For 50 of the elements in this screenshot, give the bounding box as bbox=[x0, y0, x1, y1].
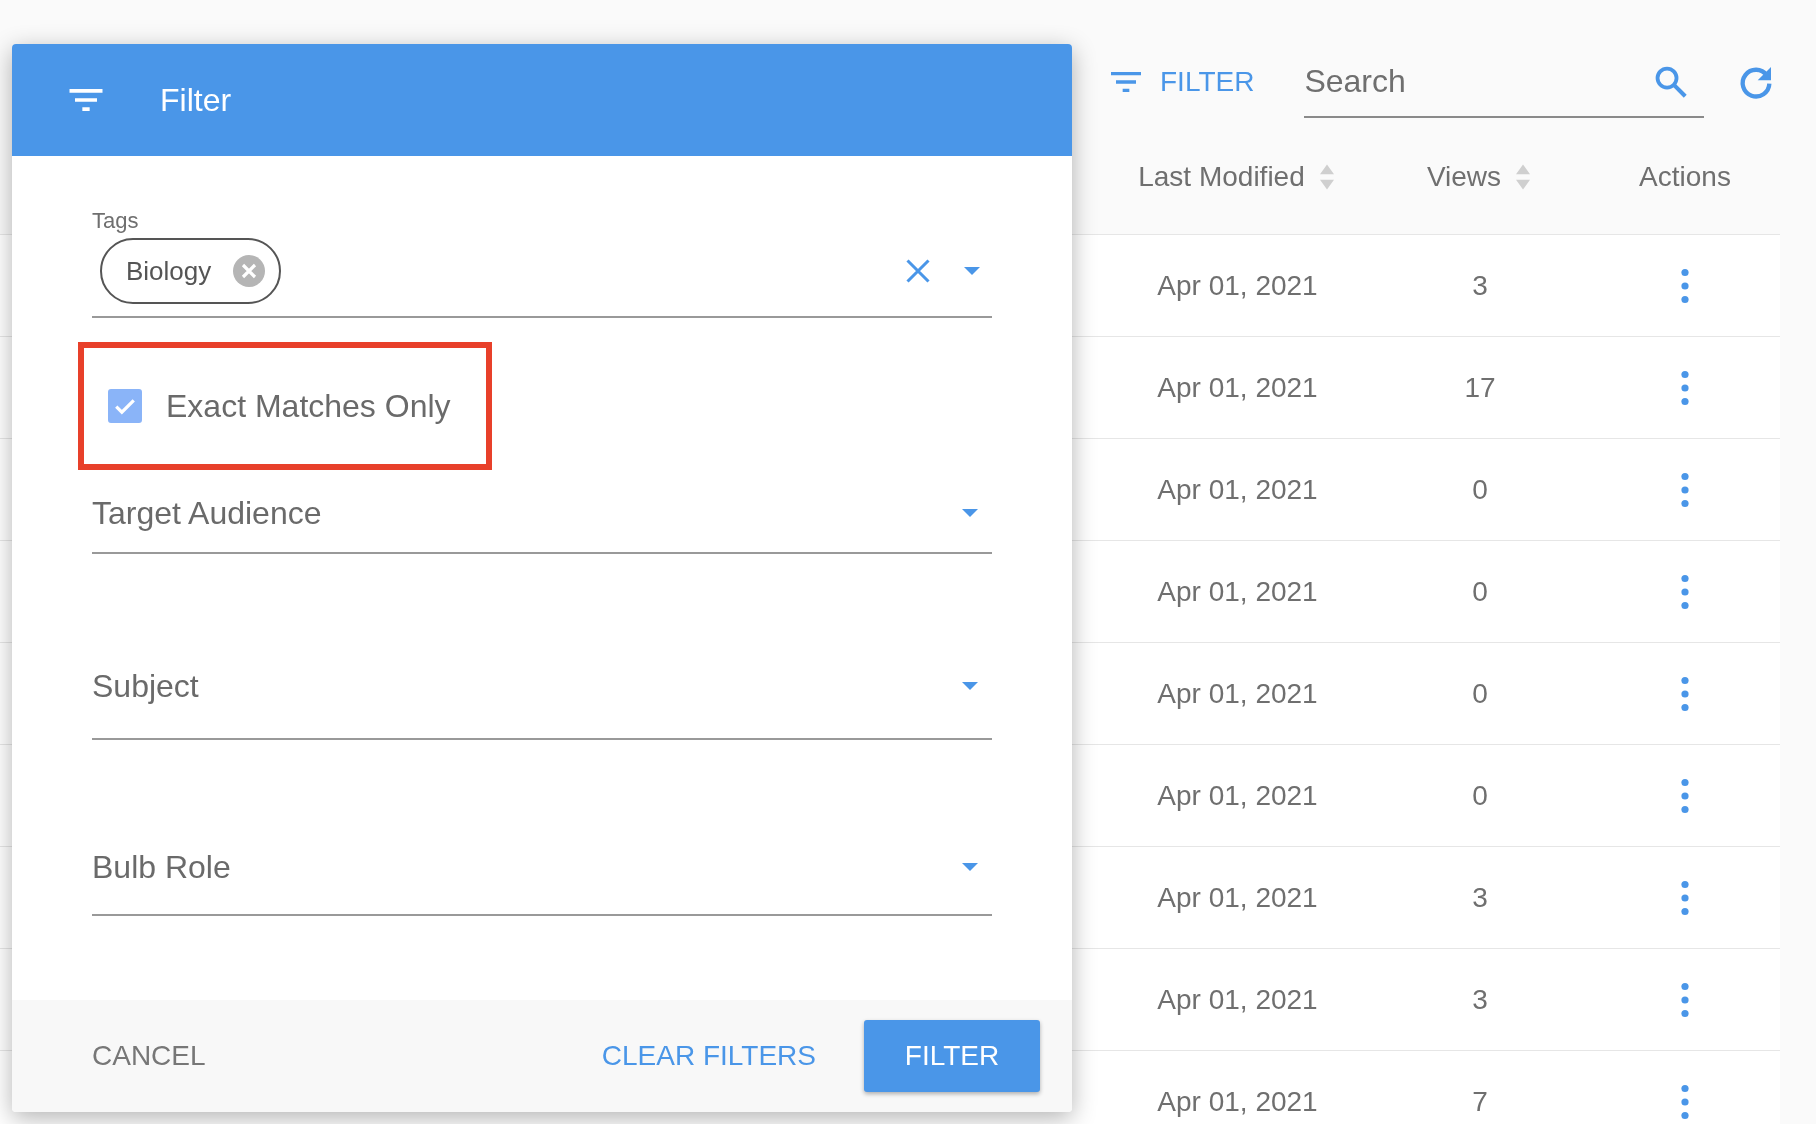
more-options-icon[interactable] bbox=[1680, 369, 1690, 406]
checkbox-label: Exact Matches Only bbox=[166, 387, 451, 425]
caret-icon[interactable] bbox=[960, 681, 980, 691]
table-cell: 3 bbox=[1472, 983, 1488, 1016]
dialog-title: Filter bbox=[160, 81, 232, 119]
more-options-icon[interactable] bbox=[1680, 879, 1690, 916]
caret-icon[interactable] bbox=[962, 266, 982, 276]
column-header: Views bbox=[1426, 161, 1502, 193]
table-cell: Apr 01, 2021 bbox=[1157, 371, 1318, 404]
table-cell: Apr 01, 2021 bbox=[1157, 1085, 1318, 1118]
table-cell: Apr 01, 2021 bbox=[1157, 677, 1318, 710]
remove-icon[interactable] bbox=[233, 255, 266, 287]
search-field[interactable]: Search bbox=[1304, 46, 1705, 118]
table-cell: 0 bbox=[1472, 575, 1488, 608]
more-options-icon[interactable] bbox=[1680, 1083, 1690, 1120]
select-field[interactable]: Target Audience bbox=[92, 474, 992, 554]
caret-icon[interactable] bbox=[960, 508, 980, 518]
more-options-icon[interactable] bbox=[1680, 777, 1690, 814]
more-options-icon[interactable] bbox=[1680, 981, 1690, 1018]
table-cell: 3 bbox=[1472, 269, 1488, 302]
tag-chip[interactable]: Biology bbox=[100, 238, 282, 304]
more-options-icon[interactable] bbox=[1680, 573, 1690, 610]
checkbox[interactable] bbox=[108, 389, 142, 423]
more-options-icon[interactable] bbox=[1680, 675, 1690, 712]
field-label: Tags bbox=[92, 208, 139, 234]
table-cell: Apr 01, 2021 bbox=[1157, 473, 1318, 506]
column-header: Actions bbox=[1639, 161, 1731, 193]
table-cell: 7 bbox=[1472, 1085, 1488, 1118]
clear-icon[interactable] bbox=[904, 257, 932, 285]
table-cell: 3 bbox=[1472, 881, 1488, 914]
column-header: Last Modified bbox=[1138, 161, 1305, 193]
select-field[interactable]: Bulb Role bbox=[92, 740, 992, 916]
more-options-icon[interactable] bbox=[1680, 471, 1690, 508]
table-cell: Apr 01, 2021 bbox=[1157, 881, 1318, 914]
table-cell: 0 bbox=[1472, 779, 1488, 812]
table-cell: 0 bbox=[1472, 677, 1488, 710]
select-field[interactable]: Subject bbox=[92, 554, 992, 740]
tags-field[interactable]: Biology bbox=[92, 234, 992, 318]
cancel-button[interactable]: CANCEL bbox=[68, 1028, 230, 1084]
table-cell: Apr 01, 2021 bbox=[1157, 983, 1318, 1016]
more-options-icon[interactable] bbox=[1680, 267, 1690, 304]
table-cell: Apr 01, 2021 bbox=[1157, 575, 1318, 608]
filter-submit-button[interactable]: FILTER bbox=[864, 1020, 1040, 1092]
table-cell: 0 bbox=[1472, 473, 1488, 506]
caret-icon[interactable] bbox=[960, 862, 980, 872]
table-cell: Apr 01, 2021 bbox=[1157, 779, 1318, 812]
table-cell: 17 bbox=[1464, 371, 1496, 404]
table-cell: Apr 01, 2021 bbox=[1157, 269, 1318, 302]
filter-button[interactable]: FILTER bbox=[1106, 62, 1255, 102]
clear-filters-button[interactable]: CLEAR FILTERS bbox=[577, 1028, 840, 1084]
